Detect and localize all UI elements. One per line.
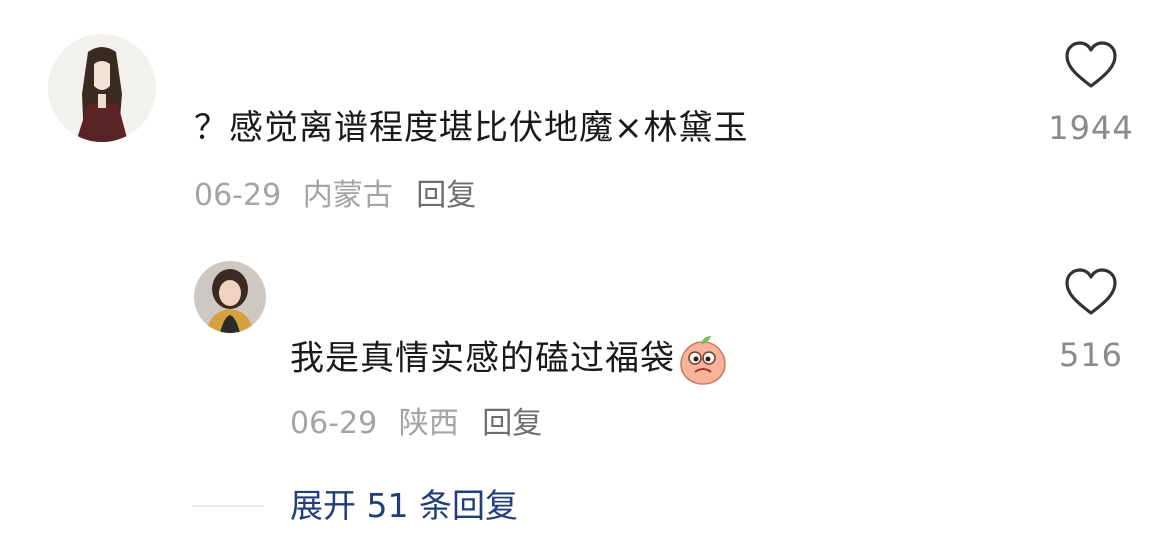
reply-like-count: 516	[1058, 336, 1124, 374]
heart-icon	[1065, 41, 1117, 88]
reply-text-content: 我是真情实感的磕过福袋	[290, 338, 675, 379]
photo-avatar-image	[194, 261, 266, 333]
divider	[192, 505, 264, 507]
reply-text: 我是真情实感的磕过福袋	[290, 334, 729, 386]
comment-location: 内蒙古	[302, 178, 393, 213]
comment-section: ？感觉离谱程度堪比伏地魔×林黛玉 06-29 内蒙古 回复 1944 我是真情实…	[0, 0, 1170, 546]
peach-face-emoji-icon	[680, 336, 726, 385]
like-count: 1944	[1048, 109, 1134, 147]
comment-meta: 06-29 内蒙古 回复	[194, 176, 476, 216]
reply-like-button[interactable]: 516	[1031, 267, 1151, 375]
reply-user-avatar[interactable]	[194, 261, 266, 333]
comment-date: 06-29	[194, 178, 282, 213]
user-avatar[interactable]	[48, 34, 156, 142]
anime-avatar-image	[48, 34, 156, 142]
heart-icon	[1065, 268, 1117, 315]
reply-meta: 06-29 陕西 回复	[290, 404, 542, 444]
reply-button[interactable]: 回复	[416, 178, 476, 213]
expand-replies-button[interactable]: 展开 51 条回复	[290, 484, 518, 528]
reply-date: 06-29	[290, 406, 378, 441]
reply-reply-button[interactable]: 回复	[482, 406, 542, 441]
reply-location: 陕西	[398, 406, 459, 441]
comment-text: ？感觉离谱程度堪比伏地魔×林黛玉	[194, 108, 749, 148]
like-button[interactable]: 1944	[1031, 40, 1151, 148]
